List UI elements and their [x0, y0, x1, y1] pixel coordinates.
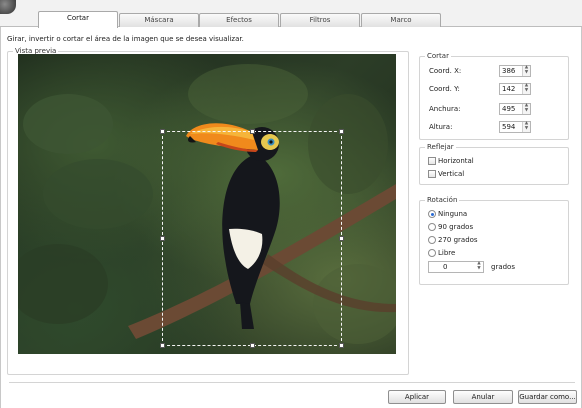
width-spinner[interactable]: 495 ▲ ▼	[499, 103, 531, 115]
crop-handle-bottom[interactable]	[250, 343, 255, 348]
width-value: 495	[502, 105, 516, 113]
vertical-checkbox[interactable]	[428, 170, 436, 178]
up-down-arrows-icon[interactable]: ▲ ▼	[522, 65, 530, 76]
height-label: Altura:	[429, 123, 453, 131]
tab-efectos[interactable]: Efectos	[199, 13, 279, 27]
coord-y-label: Coord. Y:	[429, 85, 460, 93]
app-logo-icon	[0, 0, 16, 14]
tab-cortar[interactable]: Cortar	[38, 11, 118, 28]
rotation-270-label: 270 grados	[438, 236, 478, 244]
horizontal-label: Horizontal	[438, 157, 474, 165]
coord-y-spinner[interactable]: 142 ▲ ▼	[499, 83, 531, 95]
width-label: Anchura:	[429, 105, 461, 113]
rotation-none-radio[interactable]	[428, 210, 436, 218]
rotation-90-label: 90 grados	[438, 223, 474, 231]
tab-filtros[interactable]: Filtros	[280, 13, 360, 27]
mirror-title: Reflejar	[425, 143, 456, 152]
coord-x-value: 386	[502, 67, 516, 75]
crop-handle-bottom-right[interactable]	[339, 343, 344, 348]
rotation-free-radio[interactable]	[428, 249, 436, 257]
crop-selection[interactable]	[160, 129, 344, 348]
coord-x-label: Coord. X:	[429, 67, 462, 75]
mirror-group: Reflejar Horizontal Vertical	[419, 143, 569, 185]
crop-handle-right[interactable]	[339, 236, 344, 241]
crop-title: Cortar	[425, 52, 451, 61]
tab-marco[interactable]: Marco	[361, 13, 441, 27]
up-down-arrows-icon[interactable]: ▲ ▼	[522, 121, 530, 132]
height-value: 594	[502, 123, 516, 131]
tab-mascara[interactable]: Máscara	[119, 13, 199, 27]
up-down-arrows-icon[interactable]: ▲ ▼	[522, 103, 530, 114]
rotation-270-radio[interactable]	[428, 236, 436, 244]
preview-image	[18, 54, 396, 354]
rotation-title: Rotación	[425, 196, 460, 205]
rotation-none-label: Ninguna	[438, 210, 468, 218]
cancel-button[interactable]: Anular	[453, 390, 513, 404]
free-angle-value: 0	[443, 263, 448, 271]
vertical-label: Vertical	[438, 170, 465, 178]
crop-handle-left[interactable]	[160, 236, 165, 241]
rotation-free-label: Libre	[438, 249, 456, 257]
up-down-arrows-icon[interactable]: ▲ ▼	[522, 83, 530, 94]
description-text: Girar, invertir o cortar el área de la i…	[7, 35, 244, 43]
crop-handle-top[interactable]	[250, 129, 255, 134]
crop-handle-top-left[interactable]	[160, 129, 165, 134]
crop-handle-top-right[interactable]	[339, 129, 344, 134]
up-down-arrows-icon[interactable]: ▲ ▼	[475, 261, 483, 272]
coord-y-value: 142	[502, 85, 516, 93]
height-spinner[interactable]: 594 ▲ ▼	[499, 121, 531, 133]
crop-handle-bottom-left[interactable]	[160, 343, 165, 348]
apply-button[interactable]: Aplicar	[388, 390, 446, 404]
tab-bar: Cortar Máscara Efectos Filtros Marco	[0, 0, 582, 28]
save-as-button[interactable]: Guardar como...	[518, 390, 577, 404]
degrees-unit-label: grados	[491, 263, 515, 271]
footer-divider	[9, 382, 575, 383]
rotation-90-radio[interactable]	[428, 223, 436, 231]
coord-x-spinner[interactable]: 386 ▲ ▼	[499, 65, 531, 77]
crop-group: Cortar Coord. X: 386 ▲ ▼ Coord. Y: 142 ▲ ▼…	[419, 52, 569, 140]
horizontal-checkbox[interactable]	[428, 157, 436, 165]
free-angle-spinner[interactable]: 0 ▲ ▼	[428, 261, 484, 273]
